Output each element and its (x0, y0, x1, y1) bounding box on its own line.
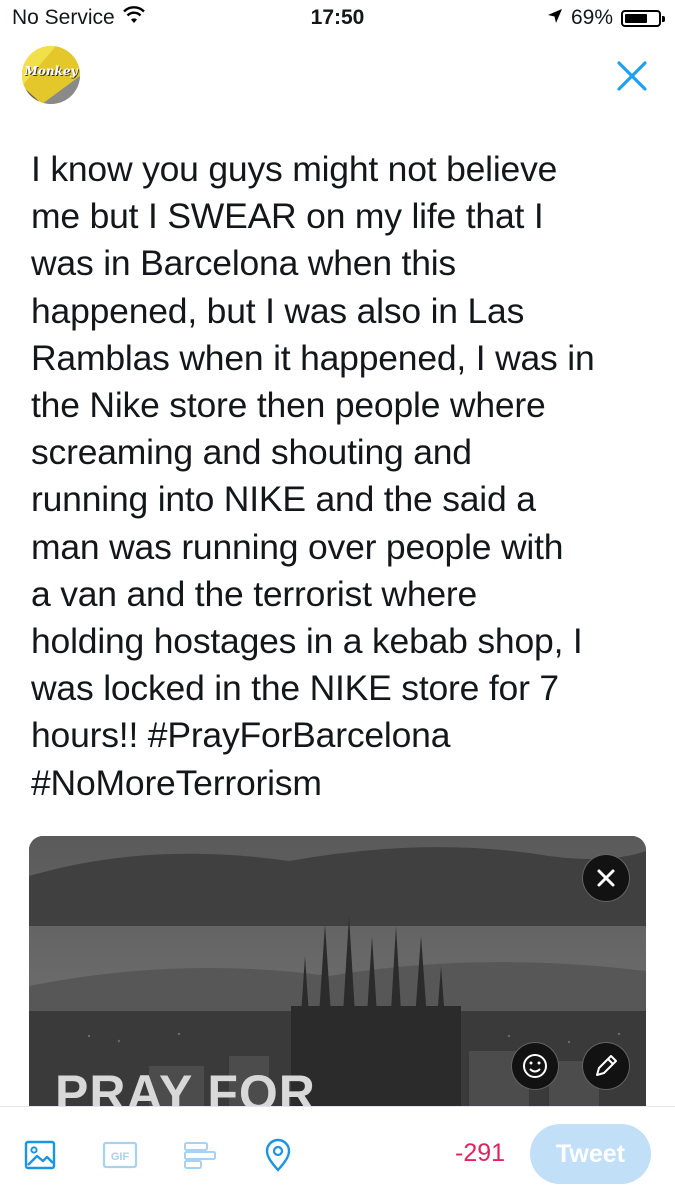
battery-fill (625, 13, 647, 23)
add-location-button[interactable] (260, 1137, 296, 1173)
gif-label: GIF (111, 1151, 130, 1163)
remove-media-icon (597, 869, 615, 887)
tweet-text-line: screaming and shouting and (31, 432, 472, 473)
tweet-text-line: me but I SWEAR on my life that I (31, 196, 544, 237)
location-arrow-icon (547, 6, 563, 30)
character-count: -291 (455, 1139, 506, 1167)
status-right: 69% (547, 6, 665, 30)
tweet-text-line: I know you guys might not believe (31, 149, 558, 189)
tweet-text-line: the Nike store then people where (31, 385, 546, 426)
sticker-button[interactable] (511, 1042, 559, 1090)
composer-toolbar: GIF -291 Tweet (0, 1106, 675, 1201)
edit-pencil-icon (596, 1055, 617, 1076)
status-bar: No Service 17:50 69% (0, 0, 675, 38)
tweet-text-line: holding hostages in a kebab shop, I (31, 621, 583, 662)
attached-image[interactable]: PRAY FOR (29, 836, 646, 1136)
close-button[interactable] (612, 56, 652, 96)
tweet-text-line: man was running over people with (31, 526, 564, 567)
emoji-sticker-icon (523, 1054, 547, 1078)
add-poll-button[interactable] (182, 1137, 218, 1173)
tweet-text-line: was locked in the NIKE store for 7 (31, 668, 559, 709)
tweet-text-line: #NoMoreTerrorism (31, 762, 322, 803)
battery-cap (662, 15, 665, 22)
avatar[interactable]: Monkey (22, 46, 80, 104)
edit-media-button[interactable] (582, 1042, 630, 1090)
tweet-text-line: Ramblas when it happened, I was in (31, 337, 595, 378)
tweet-text-area[interactable]: I know you guys might not believe me but… (31, 146, 656, 807)
tweet-text-line: running into NIKE and the said a (31, 479, 536, 520)
tweet-text-line: was in Barcelona when this (31, 243, 456, 284)
avatar-logo-text: Monkey (24, 64, 78, 78)
tweet-text-line: hours!! #PrayForBarcelona (31, 715, 451, 756)
battery-percent: 69% (570, 6, 613, 29)
close-icon (617, 61, 647, 91)
battery-icon (621, 9, 665, 27)
tweet-text-line: happened, but I was also in Las (31, 290, 525, 331)
tweet-text-line: a van and the terrorist where (31, 573, 478, 614)
tweet-button[interactable]: Tweet (530, 1124, 651, 1184)
location-pin-icon (265, 1138, 291, 1172)
poll-icon (184, 1142, 216, 1169)
photo-icon (24, 1140, 56, 1170)
remove-media-button[interactable] (582, 854, 630, 902)
add-gif-button[interactable]: GIF (102, 1137, 138, 1173)
gif-icon: GIF (102, 1141, 138, 1169)
add-photo-button[interactable] (22, 1137, 58, 1173)
